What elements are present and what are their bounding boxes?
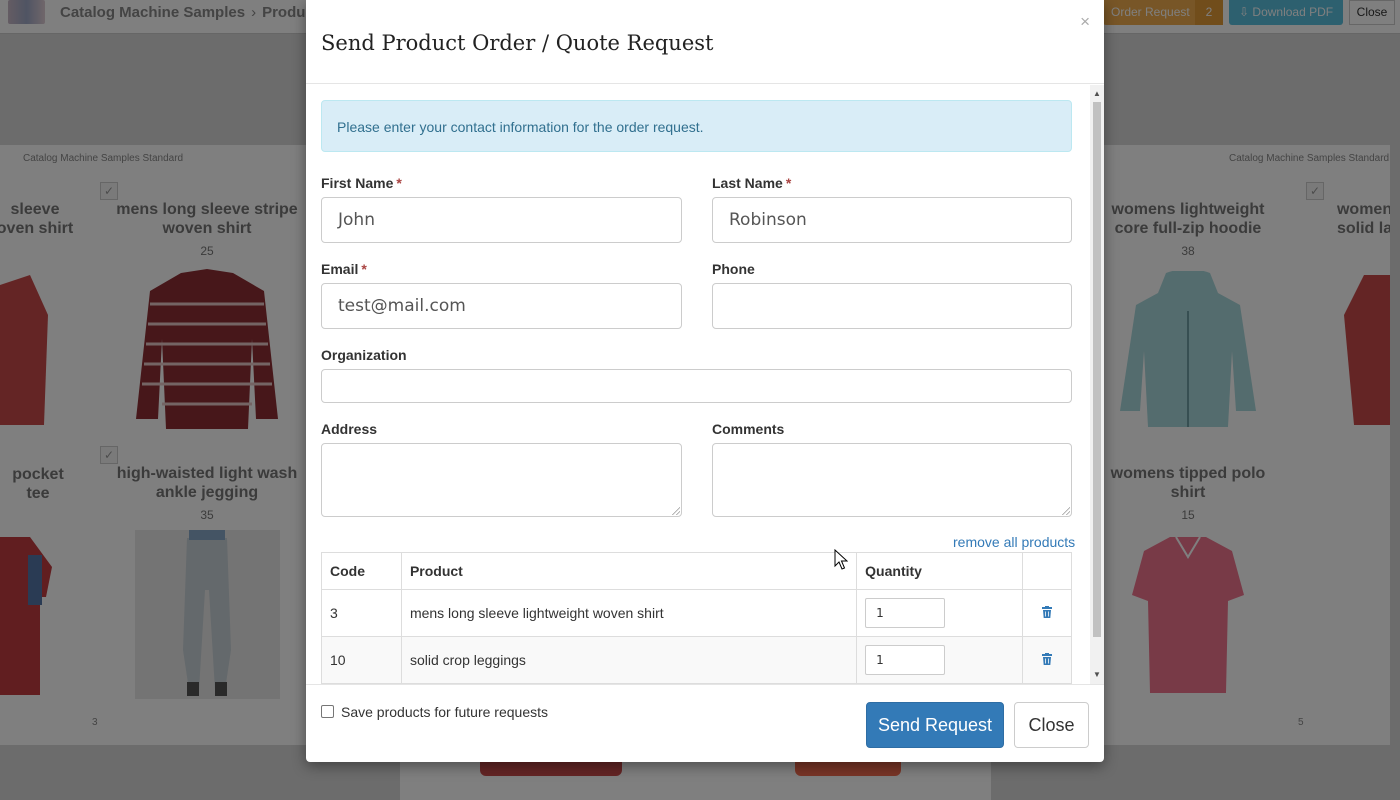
email-field[interactable]: test@mail.com [321,283,682,329]
first-name-field[interactable]: John [321,197,682,243]
resize-handle[interactable] [1062,507,1070,515]
table-row: 3 mens long sleeve lightweight woven shi… [321,589,1072,637]
row-quantity-cell: 1 [856,589,1024,637]
products-table: Code Product Quantity 3 mens long sleeve… [321,552,1072,684]
trash-icon[interactable] [1042,605,1053,621]
comments-textarea[interactable] [712,443,1072,517]
quantity-input[interactable]: 1 [865,598,946,628]
phone-label: Phone [712,261,755,277]
scroll-down-arrow-icon[interactable]: ▼ [1090,668,1104,682]
last-name-label: Last Name * [712,175,792,191]
address-label: Address [321,421,378,437]
row-code: 10 [321,636,402,684]
remove-all-products-link[interactable]: remove all products [953,534,1075,550]
table-header-row: Code Product Quantity [321,552,1072,590]
mouse-cursor-icon [834,549,848,570]
modal-scrollbar[interactable]: ▲ ▼ [1090,85,1104,684]
save-products-checkbox[interactable] [321,705,334,718]
column-header-actions [1022,552,1072,590]
save-products-label[interactable]: Save products for future requests [341,704,548,720]
row-product: mens long sleeve lightweight woven shirt [400,589,858,637]
modal-footer: Save products for future requests Send R… [306,684,1104,762]
quantity-input[interactable]: 1 [865,645,946,675]
email-label: Email * [321,261,367,277]
modal-body: Please enter your contact information fo… [306,85,1104,684]
row-actions [1022,589,1072,637]
row-quantity-cell: 1 [856,636,1024,684]
scroll-up-arrow-icon[interactable]: ▲ [1090,87,1104,101]
organization-label: Organization [321,347,407,363]
info-alert: Please enter your contact information fo… [321,100,1072,152]
column-header-product: Product [400,552,858,590]
column-header-code: Code [321,552,402,590]
last-name-field[interactable]: Robinson [712,197,1072,243]
modal-title: Send Product Order / Quote Request [321,31,714,55]
comments-label: Comments [712,421,785,437]
close-icon[interactable]: × [1080,12,1090,32]
address-textarea[interactable] [321,443,682,517]
row-product: solid crop leggings [400,636,858,684]
trash-icon[interactable] [1042,652,1053,668]
scrollbar-thumb[interactable] [1093,102,1101,637]
modal-header: Send Product Order / Quote Request × [306,0,1104,84]
table-row: 10 solid crop leggings 1 [321,636,1072,684]
column-header-quantity: Quantity [856,552,1024,590]
row-code: 3 [321,589,402,637]
order-request-modal: Send Product Order / Quote Request × Ple… [306,0,1104,762]
row-actions [1022,636,1072,684]
resize-handle[interactable] [672,507,680,515]
send-request-button[interactable]: Send Request [866,702,1004,748]
organization-field[interactable] [321,369,1072,403]
first-name-label: First Name * [321,175,402,191]
phone-field[interactable] [712,283,1072,329]
close-modal-button[interactable]: Close [1014,702,1089,748]
